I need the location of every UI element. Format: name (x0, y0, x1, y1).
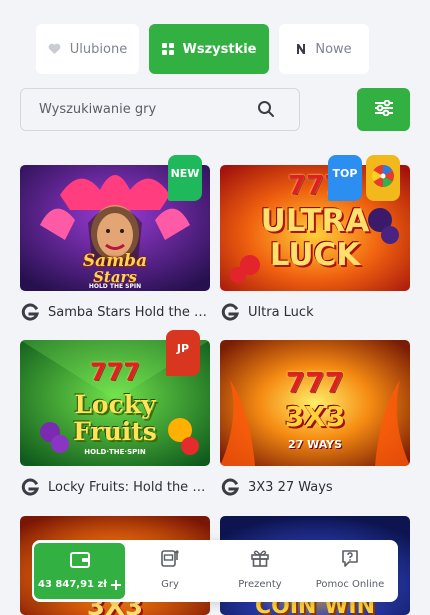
g-provider-icon (20, 477, 40, 497)
bottom-nav: 43 847,91 zł Gry Prezenty Pomoc Online (32, 540, 398, 602)
slot-machine-icon (160, 548, 180, 571)
gift-icon (250, 548, 270, 571)
art-title: ULTRA (260, 203, 370, 239)
art-title: LUCK (269, 237, 361, 273)
game-card[interactable]: 777 3X3 27 WAYS 3X3 27 Ways (220, 340, 410, 496)
nav-item-games[interactable]: Gry (149, 548, 191, 596)
n-letter-icon (296, 43, 306, 55)
tab-new[interactable]: Nowe (279, 24, 369, 74)
g-provider-icon (20, 302, 40, 322)
game-card[interactable]: Samba Stars HOLD THE SPIN NEW Samba Star… (20, 155, 212, 321)
status-badge-jackpot: JP (166, 330, 200, 376)
game-card[interactable]: 777 ULTRA LUCK TOP Ultra Luck (220, 155, 410, 321)
nav-item-help[interactable]: Pomoc Online (312, 548, 388, 596)
balance-amount: 43 847,91 zł (38, 579, 107, 590)
heart-icon (48, 43, 61, 55)
nav-item-label: Pomoc Online (315, 579, 385, 590)
search-box (20, 88, 300, 131)
status-badge-new: NEW (168, 155, 202, 201)
tab-new-label: Nowe (315, 41, 352, 57)
art-subtitle: 27 WAYS (287, 438, 343, 451)
g-provider-icon (220, 302, 240, 322)
filter-button[interactable] (357, 88, 410, 131)
game-card[interactable]: 777 Locky Fruits HOLD·THE·SPIN JP Locky … (20, 330, 212, 496)
category-tabs: Ulubione Wszystkie Nowe (0, 24, 430, 74)
search-icon[interactable] (257, 100, 275, 122)
nav-item-gifts[interactable]: Prezenty (230, 548, 290, 596)
art-subtitle: HOLD·THE·SPIN (84, 448, 146, 456)
game-title[interactable]: 3X3 27 Ways (248, 480, 333, 495)
fortune-wheel-icon (371, 164, 395, 192)
art-subtitle: HOLD THE SPIN (88, 283, 142, 290)
game-caption: Locky Fruits: Hold the S… (20, 477, 220, 497)
grid-icon (161, 43, 174, 55)
wallet-button[interactable]: 43 847,91 zł (34, 543, 125, 599)
wheel-badge (366, 155, 400, 201)
nav-item-label: Gry (161, 579, 179, 590)
tab-favorites-label: Ulubione (69, 41, 128, 57)
game-caption: Ultra Luck (220, 302, 420, 322)
art-title: 3X3 (284, 400, 346, 433)
tab-all[interactable]: Wszystkie (149, 24, 269, 74)
help-chat-icon (340, 548, 360, 571)
art-title: Fruits (73, 417, 157, 446)
game-title[interactable]: Locky Fruits: Hold the S… (48, 480, 212, 495)
sliders-icon (374, 99, 394, 120)
game-caption: Samba Stars Hold the S… (20, 302, 220, 322)
g-provider-icon (220, 477, 240, 497)
tab-favorites[interactable]: Ulubione (36, 24, 139, 74)
game-caption: 3X3 27 Ways (220, 477, 420, 497)
nav-item-label: Prezenty (238, 579, 282, 590)
game-title[interactable]: Samba Stars Hold the S… (48, 305, 212, 320)
game-title[interactable]: Ultra Luck (248, 305, 314, 320)
game-thumbnail[interactable]: 777 3X3 27 WAYS (220, 340, 410, 466)
plus-icon[interactable] (111, 579, 121, 590)
search-input[interactable] (37, 101, 251, 118)
status-badge-top: TOP (328, 155, 362, 201)
art-title: Locky (74, 390, 156, 419)
wallet-icon (69, 552, 90, 572)
art-sevens: 777 (285, 366, 345, 399)
tab-all-label: Wszystkie (182, 41, 257, 57)
